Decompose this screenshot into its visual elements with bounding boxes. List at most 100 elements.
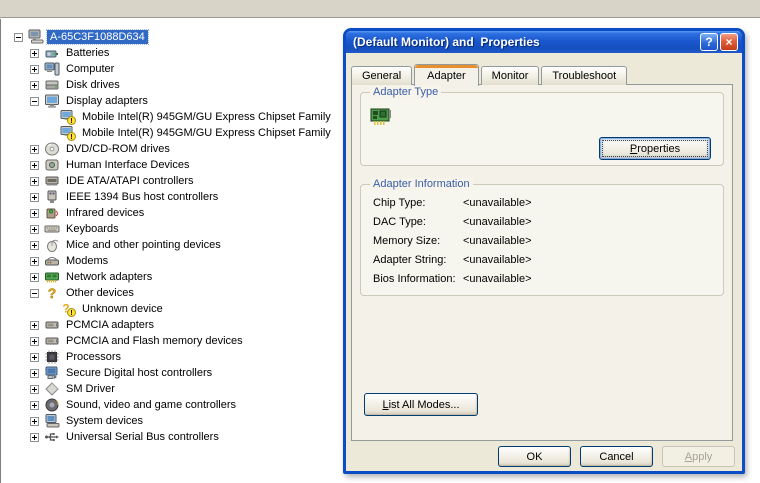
tree-item-label[interactable]: Other devices bbox=[63, 286, 137, 300]
pcmcia-icon bbox=[44, 317, 60, 333]
expand-plus-icon[interactable] bbox=[30, 144, 39, 154]
usb-icon bbox=[44, 429, 60, 445]
modem-icon bbox=[44, 253, 60, 269]
expand-plus-icon[interactable] bbox=[30, 208, 39, 218]
hid-icon bbox=[44, 157, 60, 173]
tree-item-label[interactable]: Secure Digital host controllers bbox=[63, 366, 215, 380]
tree-item-label[interactable]: DVD/CD-ROM drives bbox=[63, 142, 173, 156]
adapter-tab-page: Adapter Type Properties Adapter Informat… bbox=[351, 84, 733, 441]
adapter-info-value: <unavailable> bbox=[463, 273, 532, 285]
mouse-icon bbox=[44, 237, 60, 253]
expand-plus-icon[interactable] bbox=[30, 336, 39, 346]
adapter-info-label: Adapter String: bbox=[373, 254, 447, 266]
adapter-info-value: <unavailable> bbox=[463, 254, 532, 266]
expand-plus-icon[interactable] bbox=[30, 64, 39, 74]
tree-item-label[interactable]: Mobile Intel(R) 945GM/GU Express Chipset… bbox=[79, 110, 334, 124]
tree-item-label[interactable]: Sound, video and game controllers bbox=[63, 398, 239, 412]
tree-item-label[interactable]: Human Interface Devices bbox=[63, 158, 193, 172]
tree-item-label[interactable]: A-65C3F1088D634 bbox=[46, 29, 149, 45]
expand-plus-icon[interactable] bbox=[30, 80, 39, 90]
tree-item-label[interactable]: PCMCIA and Flash memory devices bbox=[63, 334, 246, 348]
sd-icon bbox=[44, 365, 60, 381]
dialog-titlebar[interactable]: (Default Monitor) and Properties ? × bbox=[346, 31, 742, 53]
tree-item-label[interactable]: Infrared devices bbox=[63, 206, 147, 220]
ok-button[interactable]: OK bbox=[498, 446, 571, 467]
expand-plus-icon[interactable] bbox=[30, 256, 39, 266]
adapter-type-caption: Adapter Type bbox=[370, 86, 442, 99]
tab-general[interactable]: General bbox=[351, 66, 413, 85]
tree-item-label[interactable]: SM Driver bbox=[63, 382, 118, 396]
system-icon bbox=[44, 413, 60, 429]
sound-icon bbox=[44, 397, 60, 413]
collapse-minus-icon[interactable] bbox=[30, 96, 39, 106]
svg-text:!: ! bbox=[70, 310, 72, 317]
keyboard-icon bbox=[44, 221, 60, 237]
ide-icon bbox=[44, 173, 60, 189]
tree-item-label[interactable]: Mobile Intel(R) 945GM/GU Express Chipset… bbox=[79, 126, 334, 140]
collapse-minus-icon[interactable] bbox=[14, 32, 23, 42]
expand-plus-icon[interactable] bbox=[30, 160, 39, 170]
cdrom-icon bbox=[44, 141, 60, 157]
tree-item-label[interactable]: Disk drives bbox=[63, 78, 123, 92]
display-warning-icon: ! bbox=[60, 125, 76, 141]
network-icon bbox=[44, 269, 60, 285]
expand-plus-icon[interactable] bbox=[30, 48, 39, 58]
expand-plus-icon[interactable] bbox=[30, 432, 39, 442]
adapter-info-row: DAC Type: <unavailable> bbox=[373, 216, 715, 229]
expand-plus-icon[interactable] bbox=[30, 352, 39, 362]
tree-item-label[interactable]: Mice and other pointing devices bbox=[63, 238, 224, 252]
tree-item-label[interactable]: Modems bbox=[63, 254, 111, 268]
adapter-info-row: Bios Information: <unavailable> bbox=[373, 273, 715, 286]
tab-adapter[interactable]: Adapter bbox=[414, 64, 479, 86]
display-warning-icon: ! bbox=[60, 109, 76, 125]
tree-item-label[interactable]: Computer bbox=[63, 62, 117, 76]
video-card-icon bbox=[370, 106, 392, 128]
adapter-info-value: <unavailable> bbox=[463, 235, 532, 247]
tree-item-label[interactable]: System devices bbox=[63, 414, 146, 428]
expand-plus-icon[interactable] bbox=[30, 400, 39, 410]
monitor-properties-dialog: (Default Monitor) and Properties ? × Gen… bbox=[343, 28, 745, 474]
tree-item-label[interactable]: PCMCIA adapters bbox=[63, 318, 157, 332]
tree-item-label[interactable]: Network adapters bbox=[63, 270, 155, 284]
properties-button[interactable]: Properties bbox=[599, 137, 711, 160]
adapter-info-label: Bios Information: bbox=[373, 273, 456, 285]
processor-icon bbox=[44, 349, 60, 365]
expand-plus-icon[interactable] bbox=[30, 192, 39, 202]
cancel-button[interactable]: Cancel bbox=[580, 446, 653, 467]
display-icon bbox=[44, 93, 60, 109]
tab-monitor[interactable]: Monitor bbox=[480, 66, 540, 85]
window-toolbar-strip bbox=[0, 0, 760, 18]
tree-item-label[interactable]: Display adapters bbox=[63, 94, 151, 108]
tree-item-label[interactable]: IDE ATA/ATAPI controllers bbox=[63, 174, 197, 188]
disk-icon bbox=[44, 77, 60, 93]
question-icon: ? bbox=[44, 285, 60, 301]
expand-plus-icon[interactable] bbox=[30, 224, 39, 234]
expand-plus-icon[interactable] bbox=[30, 240, 39, 250]
computer-root-icon bbox=[28, 29, 44, 45]
tree-item-label[interactable]: Batteries bbox=[63, 46, 112, 60]
close-icon[interactable]: × bbox=[720, 33, 738, 51]
adapter-info-label: Memory Size: bbox=[373, 235, 441, 247]
list-all-modes-button[interactable]: List All Modes... bbox=[364, 393, 478, 416]
adapter-info-row: Chip Type: <unavailable> bbox=[373, 197, 715, 210]
tree-item-label[interactable]: Unknown device bbox=[79, 302, 166, 316]
adapter-info-label: Chip Type: bbox=[373, 197, 426, 209]
tab-troubleshoot[interactable]: Troubleshoot bbox=[541, 66, 628, 85]
adapter-info-value: <unavailable> bbox=[463, 197, 532, 209]
expand-plus-icon[interactable] bbox=[30, 272, 39, 282]
tree-item-label[interactable]: IEEE 1394 Bus host controllers bbox=[63, 190, 221, 204]
expand-plus-icon[interactable] bbox=[30, 416, 39, 426]
tree-item-label[interactable]: Keyboards bbox=[63, 222, 122, 236]
diamond-icon bbox=[44, 381, 60, 397]
help-icon[interactable]: ? bbox=[700, 33, 718, 51]
tree-item-label[interactable]: Universal Serial Bus controllers bbox=[63, 430, 222, 444]
adapter-info-label: DAC Type: bbox=[373, 216, 426, 228]
adapter-information-group: Adapter Information Chip Type: <unavailab… bbox=[360, 178, 724, 296]
adapter-info-row: Memory Size: <unavailable> bbox=[373, 235, 715, 248]
expand-plus-icon[interactable] bbox=[30, 320, 39, 330]
tree-item-label[interactable]: Processors bbox=[63, 350, 124, 364]
collapse-minus-icon[interactable] bbox=[30, 288, 39, 298]
expand-plus-icon[interactable] bbox=[30, 368, 39, 378]
expand-plus-icon[interactable] bbox=[30, 384, 39, 394]
expand-plus-icon[interactable] bbox=[30, 176, 39, 186]
